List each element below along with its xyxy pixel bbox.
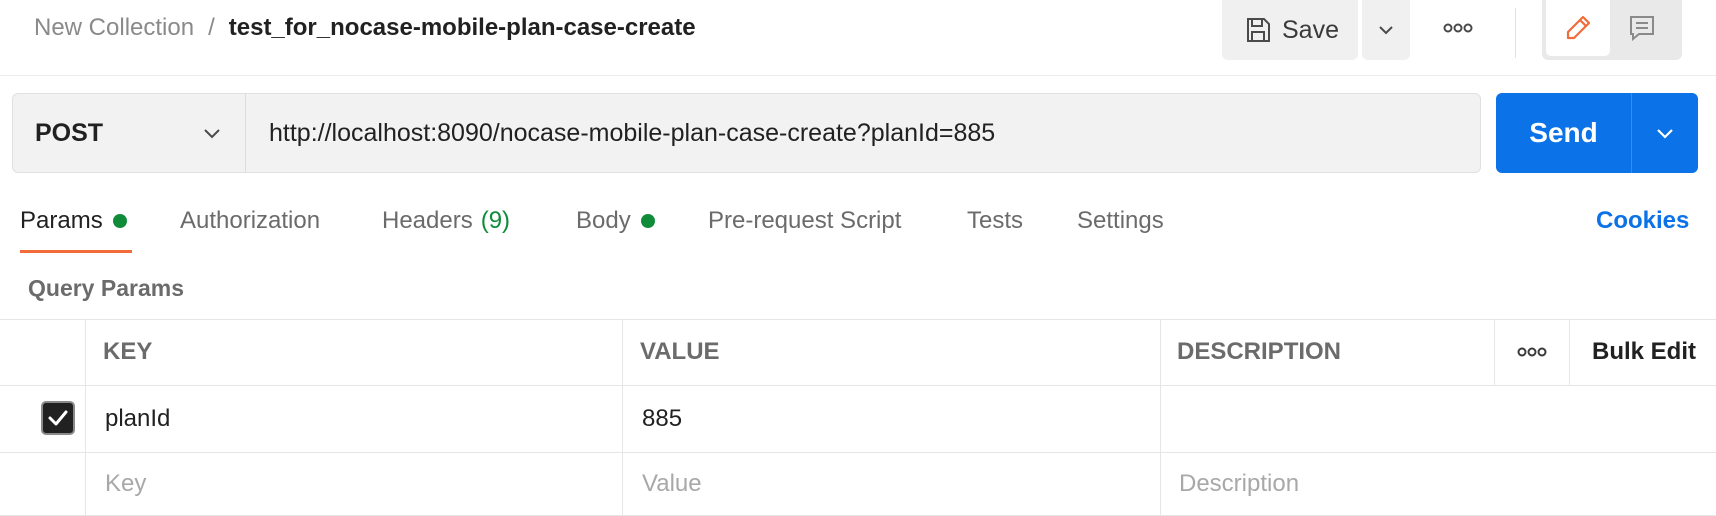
new-value-input[interactable]: Value bbox=[642, 453, 702, 515]
tab-body[interactable]: Body bbox=[576, 200, 655, 242]
send-options-button[interactable] bbox=[1632, 93, 1698, 173]
column-header-key: KEY bbox=[103, 338, 153, 365]
comment-mode-button[interactable] bbox=[1610, 0, 1674, 56]
tab-label: Body bbox=[576, 207, 631, 234]
chevron-down-icon bbox=[204, 129, 220, 139]
url-input[interactable]: http://localhost:8090/nocase-mobile-plan… bbox=[246, 94, 1480, 172]
save-icon bbox=[1247, 18, 1270, 42]
tab-label: Authorization bbox=[180, 207, 321, 234]
request-header: New Collection / test_for_nocase-mobile-… bbox=[0, 0, 1716, 76]
checkmark-icon bbox=[48, 410, 68, 426]
method-value: POST bbox=[35, 118, 104, 147]
ellipsis-icon bbox=[1517, 347, 1547, 357]
column-header-value: VALUE bbox=[640, 338, 720, 365]
tab-headers[interactable]: Headers (9) bbox=[382, 200, 510, 242]
new-description-input[interactable]: Description bbox=[1179, 453, 1299, 515]
request-name[interactable]: test_for_nocase-mobile-plan-case-create bbox=[229, 14, 696, 42]
table-border bbox=[0, 452, 1716, 453]
send-button[interactable]: Send bbox=[1496, 93, 1632, 173]
chevron-down-icon bbox=[1657, 129, 1673, 139]
query-params-table: KEY VALUE DESCRIPTION Bulk Edit planId 8… bbox=[0, 319, 1716, 516]
send-group: Send bbox=[1496, 93, 1698, 173]
method-select[interactable]: POST bbox=[13, 94, 246, 172]
tab-label: Pre-request Script bbox=[708, 207, 902, 234]
tab-authorization[interactable]: Authorization bbox=[180, 200, 320, 242]
breadcrumb-separator: / bbox=[208, 14, 215, 41]
tab-pre-request-script[interactable]: Pre-request Script bbox=[708, 200, 901, 242]
tab-settings[interactable]: Settings bbox=[1077, 200, 1164, 242]
tab-label: Settings bbox=[1077, 207, 1164, 234]
breadcrumb-collection[interactable]: New Collection bbox=[34, 14, 194, 42]
tab-label: Tests bbox=[967, 207, 1024, 234]
param-value-cell[interactable]: 885 bbox=[642, 386, 682, 452]
column-header-description: DESCRIPTION bbox=[1177, 338, 1342, 365]
more-actions-button[interactable] bbox=[1434, 12, 1482, 44]
breadcrumb: New Collection / test_for_nocase-mobile-… bbox=[34, 12, 696, 44]
column-divider bbox=[622, 319, 623, 516]
table-border bbox=[0, 319, 1716, 320]
param-enabled-checkbox[interactable] bbox=[41, 401, 75, 435]
column-options-button[interactable] bbox=[1495, 319, 1569, 385]
column-divider bbox=[1569, 319, 1570, 385]
new-key-input[interactable]: Key bbox=[105, 453, 146, 515]
cookies-link[interactable]: Cookies bbox=[1596, 200, 1689, 242]
tab-tests[interactable]: Tests bbox=[967, 200, 1023, 242]
bulk-edit-button[interactable]: Bulk Edit bbox=[1592, 319, 1696, 385]
save-button[interactable]: Save bbox=[1222, 0, 1358, 60]
query-params-title: Query Params bbox=[28, 274, 184, 301]
save-options-button[interactable] bbox=[1362, 0, 1410, 60]
mode-toggle bbox=[1542, 0, 1682, 60]
url-bar: POST http://localhost:8090/nocase-mobile… bbox=[12, 93, 1481, 173]
param-description-cell[interactable] bbox=[1177, 386, 1707, 452]
comment-icon bbox=[1630, 16, 1654, 42]
pencil-icon bbox=[1566, 15, 1591, 40]
save-group: Save bbox=[1222, 0, 1410, 60]
body-indicator-dot bbox=[640, 214, 655, 228]
param-key-cell[interactable]: planId bbox=[105, 386, 170, 452]
ellipsis-icon bbox=[1443, 23, 1473, 33]
active-tab-underline bbox=[20, 250, 132, 253]
params-indicator-dot bbox=[112, 214, 127, 228]
headers-count: (9) bbox=[480, 207, 511, 234]
chevron-down-icon bbox=[1379, 26, 1393, 35]
column-divider bbox=[1160, 319, 1161, 516]
column-divider bbox=[85, 319, 86, 516]
edit-mode-button[interactable] bbox=[1546, 0, 1610, 56]
tab-params[interactable]: Params bbox=[20, 200, 127, 242]
tab-label: Params bbox=[20, 207, 103, 234]
toolbar-divider bbox=[1515, 8, 1516, 58]
save-label: Save bbox=[1282, 15, 1339, 44]
tab-label: Headers bbox=[382, 207, 473, 234]
